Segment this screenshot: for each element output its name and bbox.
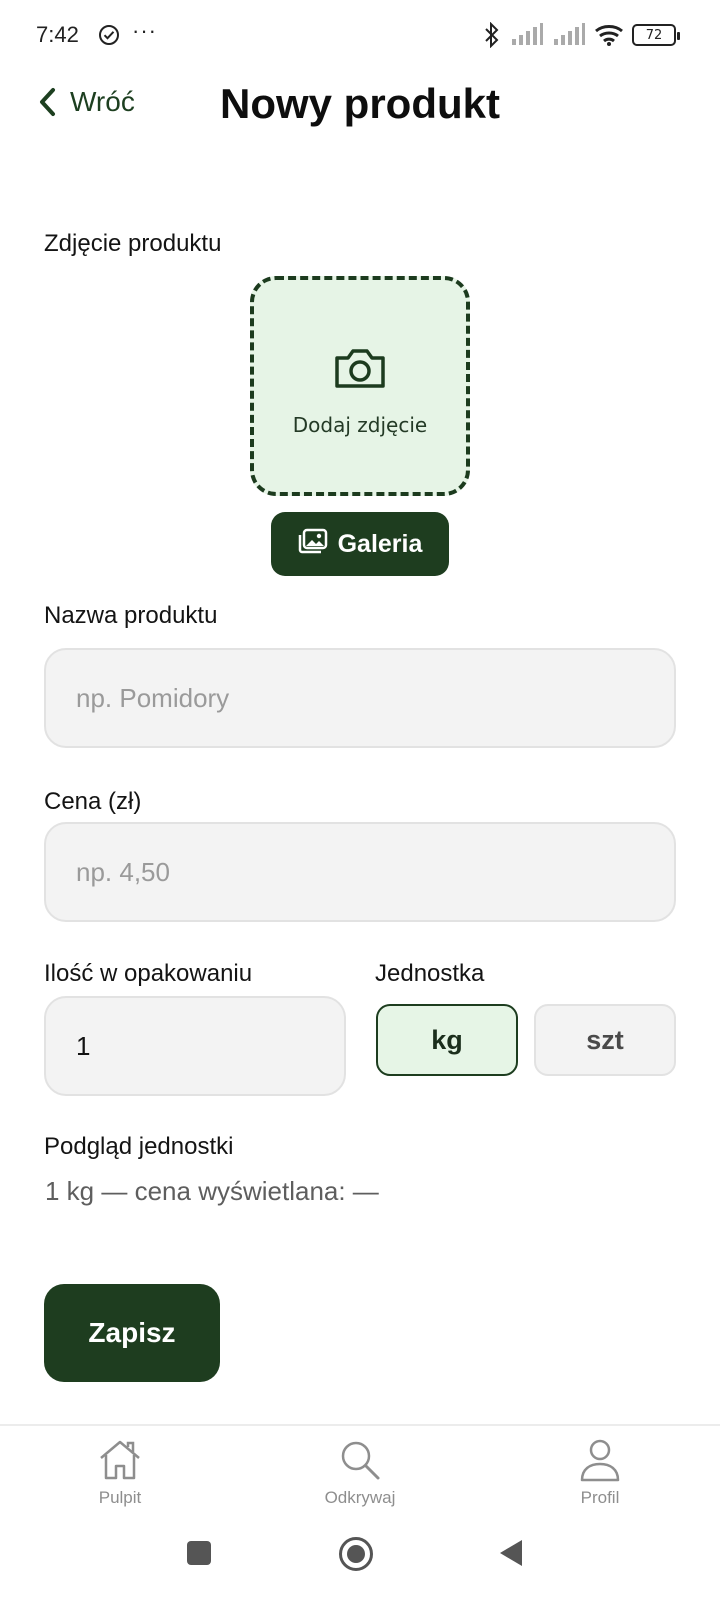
save-button[interactable]: Zapisz <box>44 1284 220 1382</box>
signal-icon <box>510 23 544 47</box>
unit-preview-label: Podgląd jednostki <box>44 1133 234 1160</box>
quantity-label: Ilość w opakowaniu <box>44 960 253 987</box>
quantity-input[interactable]: 1 <box>44 996 346 1096</box>
nav-label-pulpit: Pulpit <box>98 1488 142 1507</box>
price-label: Cena (zł) <box>44 788 142 815</box>
product-name-label: Nazwa produktu <box>44 602 218 629</box>
header: Nowy produkt Wróć <box>0 80 720 136</box>
product-name-placeholder: np. Pomidory <box>76 682 230 713</box>
home-icon <box>97 1438 143 1488</box>
unit-option-szt-label: szt <box>586 1024 624 1055</box>
unit-option-kg-label: kg <box>431 1024 463 1055</box>
bottom-navigation: Pulpit Odkrywaj Profil <box>0 1424 720 1524</box>
image-gallery-icon <box>298 528 328 561</box>
save-label: Zapisz <box>88 1317 176 1348</box>
home-button-icon[interactable] <box>338 1536 374 1577</box>
chevron-left-icon <box>38 87 56 117</box>
battery-icon: 72 <box>632 24 680 46</box>
status-time: 7:42 <box>36 22 79 47</box>
nav-label-odkrywaj: Odkrywaj <box>324 1488 396 1507</box>
status-icons: 72 <box>482 22 680 48</box>
system-navigation <box>0 1524 720 1600</box>
user-icon <box>578 1438 622 1488</box>
unit-label: Jednostka <box>375 960 485 987</box>
camera-icon <box>333 346 387 395</box>
nav-item-pulpit[interactable]: Pulpit <box>40 1438 200 1508</box>
add-photo-label: Dodaj zdjęcie <box>292 412 428 437</box>
unit-preview-text: 1 kg — cena wyświetlana: — <box>45 1176 379 1206</box>
nav-item-profil[interactable]: Profil <box>520 1438 680 1508</box>
check-circle-icon <box>98 24 120 46</box>
wifi-icon <box>594 23 624 47</box>
recent-apps-icon[interactable] <box>186 1540 212 1571</box>
unit-option-kg[interactable]: kg <box>376 1004 518 1076</box>
gallery-label: Galeria <box>337 529 423 558</box>
signal-icon-2 <box>552 23 586 47</box>
nav-item-odkrywaj[interactable]: Odkrywaj <box>280 1438 440 1508</box>
nav-label-profil: Profil <box>580 1488 620 1507</box>
price-input[interactable]: np. 4,50 <box>44 822 676 922</box>
photo-section-label: Zdjęcie produktu <box>44 230 222 257</box>
bluetooth-icon <box>482 22 502 48</box>
price-placeholder: np. 4,50 <box>76 856 170 887</box>
unit-option-szt[interactable]: szt <box>534 1004 676 1076</box>
search-icon <box>338 1438 382 1488</box>
back-label: Wróć <box>70 86 135 117</box>
back-button[interactable]: Wróć <box>38 86 135 118</box>
more-notifications-icon: ··· <box>132 18 157 43</box>
status-bar: 7:42 ··· 72 <box>0 0 720 72</box>
back-triangle-icon[interactable] <box>498 1538 524 1573</box>
add-photo-button[interactable]: Dodaj zdjęcie <box>250 276 470 496</box>
product-name-input[interactable]: np. Pomidory <box>44 648 676 748</box>
gallery-button[interactable]: Galeria <box>271 512 449 576</box>
quantity-value: 1 <box>76 1030 91 1061</box>
